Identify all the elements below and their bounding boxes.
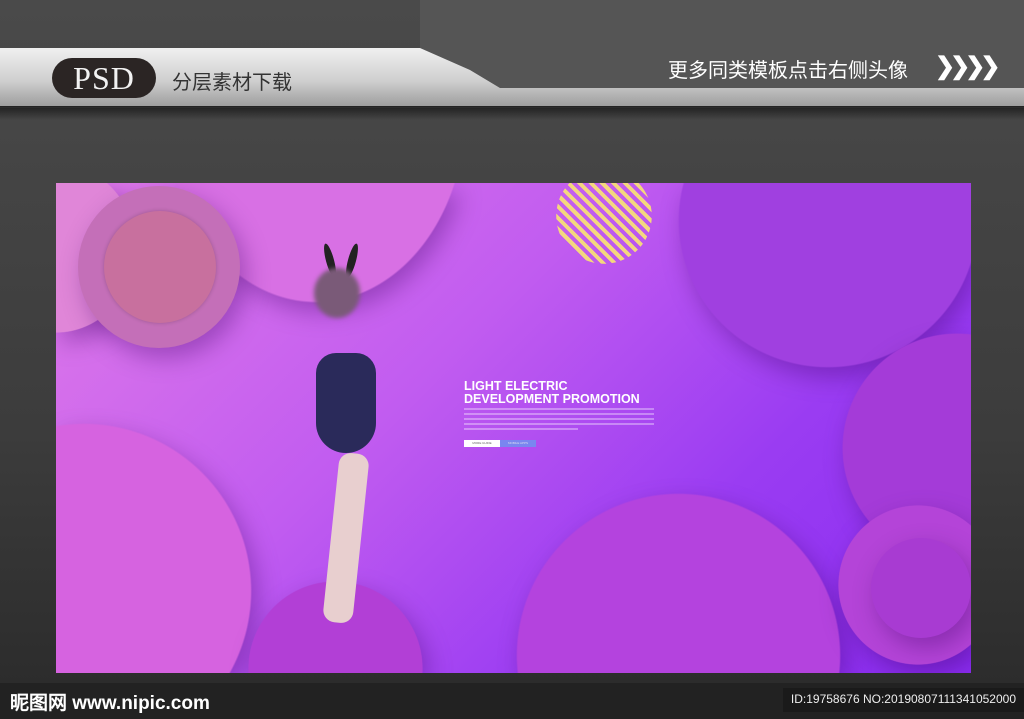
image-id: ID:19758676 NO:20190807111341052000 (782, 688, 1024, 712)
more-templates-link[interactable]: 更多同类模板点击右侧头像 (668, 54, 908, 83)
psd-badge: PSD (52, 58, 156, 98)
poster: LIGHT ELECTRIC DEVELOPMENT PROMOTION MORE… (56, 183, 971, 673)
striped-circle (556, 183, 652, 264)
header-subtitle: 分层素材下载 (172, 72, 292, 94)
circle (871, 538, 971, 638)
title-line-2: DEVELOPMENT PROMOTION (464, 392, 640, 406)
circle (516, 493, 841, 673)
site-logo[interactable]: 昵图网 www.nipic.com (10, 688, 210, 715)
dress (316, 353, 376, 453)
circle (104, 211, 216, 323)
blurred-face (314, 268, 360, 318)
body-text-placeholder (464, 408, 654, 433)
mobile-apps-button[interactable]: MOBILE APPS (500, 440, 536, 447)
chevrons-icon[interactable]: ❯❯❯❯ (935, 52, 1000, 81)
more-guide-button[interactable]: MORE GUIDE (464, 440, 500, 447)
model-figure (306, 242, 456, 643)
promo-title: LIGHT ELECTRIC DEVELOPMENT PROMOTION (464, 380, 640, 406)
circle (56, 423, 252, 673)
legs (322, 451, 370, 625)
header-shadow (0, 106, 1024, 120)
